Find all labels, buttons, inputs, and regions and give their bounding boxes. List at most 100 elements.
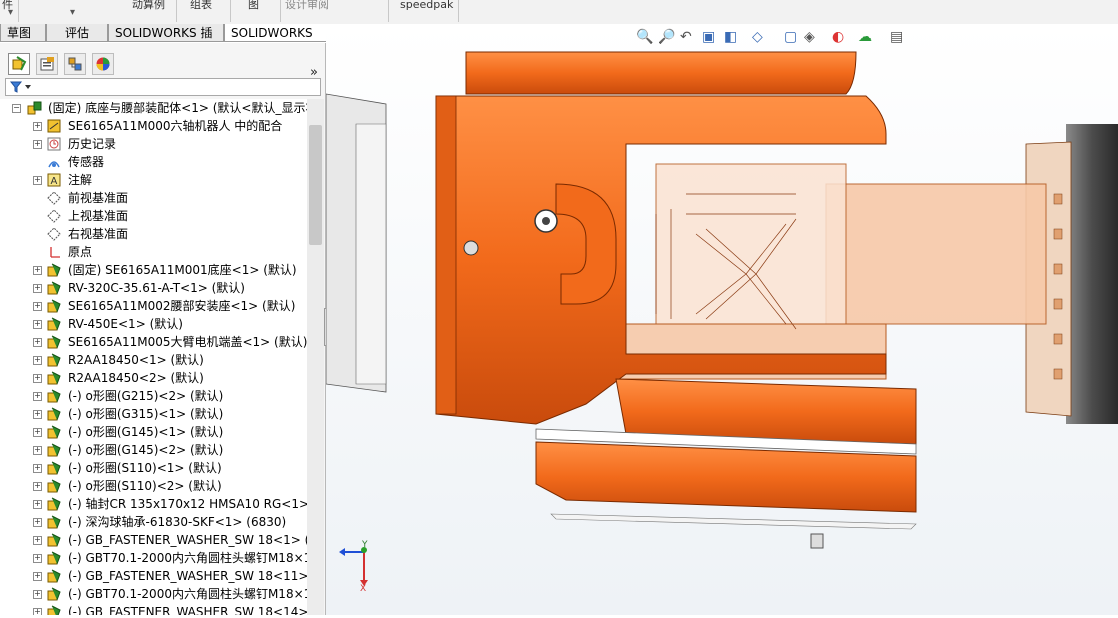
- tree-item[interactable]: 传感器: [0, 153, 307, 171]
- ribbon-item[interactable]: 动算例: [132, 0, 165, 22]
- tree-item[interactable]: + (-) o形圈(G145)<2> (默认): [0, 441, 307, 459]
- expand-toggle-icon[interactable]: +: [33, 446, 42, 455]
- part-icon: [47, 443, 61, 457]
- ribbon-item[interactable]: 图: [248, 0, 259, 22]
- tree-item[interactable]: + (固定) SE6165A11M001底座<1> (默认): [0, 261, 307, 279]
- section-view-icon[interactable]: ▣: [702, 29, 718, 45]
- tree-item[interactable]: + A 注解: [0, 171, 307, 189]
- display-style-icon[interactable]: ▢: [784, 29, 800, 45]
- tab-solidworks-mbd[interactable]: SOLIDWORKS MBD: [224, 24, 340, 58]
- tree-item[interactable]: + RV-320C-35.61-A-T<1> (默认): [0, 279, 307, 297]
- tree-item[interactable]: + (-) 深沟球轴承-61830-SKF<1> (6830): [0, 513, 307, 531]
- tree-item[interactable]: 右视基准面: [0, 225, 307, 243]
- tree-item-label: (-) 深沟球轴承-61830-SKF<1> (6830): [68, 515, 287, 529]
- expand-toggle-icon[interactable]: +: [33, 410, 42, 419]
- expand-toggle-icon[interactable]: +: [33, 392, 42, 401]
- expand-toggle-icon[interactable]: +: [33, 302, 42, 311]
- zoom-to-area-icon[interactable]: 🔎: [658, 29, 675, 45]
- expand-toggle-icon[interactable]: +: [33, 356, 42, 365]
- expand-toggle-icon[interactable]: +: [33, 590, 42, 599]
- graphics-area[interactable]: [325, 24, 1118, 615]
- zoom-to-fit-icon[interactable]: 🔍: [636, 29, 653, 45]
- tree-item[interactable]: + (-) GBT70.1-2000内六角圆柱头螺钉M18×14: [0, 549, 307, 567]
- tab-evaluate[interactable]: 评估: [46, 24, 108, 42]
- triad-x-label: X: [360, 584, 367, 594]
- tree-item[interactable]: 原点: [0, 243, 307, 261]
- expand-toggle-icon[interactable]: +: [33, 122, 42, 131]
- command-ribbon: 件 ▾ ▾ 动算例 组表 图 设计审阅 speedpak: [0, 0, 1118, 25]
- expand-toggle-icon[interactable]: +: [33, 572, 42, 581]
- expand-toggle-icon[interactable]: +: [33, 518, 42, 527]
- ribbon-item[interactable]: 设计审阅: [285, 0, 329, 22]
- dynamic-annotation-icon[interactable]: ◧: [724, 29, 740, 45]
- part-icon: [47, 479, 61, 493]
- feature-manager-icon[interactable]: [8, 53, 30, 75]
- edit-appearance-icon[interactable]: ◐: [832, 29, 848, 45]
- expand-toggle-icon[interactable]: +: [33, 140, 42, 149]
- collapse-toggle-icon[interactable]: −: [12, 104, 21, 113]
- tree-item-label: 右视基准面: [68, 227, 129, 241]
- expand-toggle-icon[interactable]: +: [33, 500, 42, 509]
- part-icon: [47, 263, 61, 277]
- filter-icon[interactable]: [9, 80, 34, 97]
- tab-sketch[interactable]: 草图: [0, 24, 46, 42]
- expand-toggle-icon[interactable]: +: [33, 554, 42, 563]
- scrollbar-thumb[interactable]: [309, 125, 322, 245]
- expand-toggle-icon[interactable]: +: [33, 608, 42, 615]
- tree-item-label: 原点: [68, 245, 93, 259]
- sensor-icon: [47, 155, 61, 169]
- tab-solidworks-addins[interactable]: SOLIDWORKS 插件: [108, 24, 224, 58]
- expand-toggle-icon[interactable]: +: [33, 284, 42, 293]
- tree-item[interactable]: + (-) o形圈(G145)<1> (默认): [0, 423, 307, 441]
- plane-icon: [47, 209, 61, 223]
- expand-toggle-icon[interactable]: +: [33, 320, 42, 329]
- tree-item-label: 历史记录: [68, 137, 117, 151]
- tree-item[interactable]: + R2AA18450<1> (默认): [0, 351, 307, 369]
- tree-item-label: R2AA18450<2> (默认): [68, 371, 204, 385]
- tree-item[interactable]: + (-) o形圈(S110)<1> (默认): [0, 459, 307, 477]
- tree-scrollbar[interactable]: [307, 99, 324, 615]
- expand-toggle-icon[interactable]: +: [33, 374, 42, 383]
- property-manager-icon[interactable]: [36, 53, 58, 75]
- expand-toggle-icon[interactable]: +: [33, 266, 42, 275]
- expand-toggle-icon[interactable]: +: [33, 176, 42, 185]
- configuration-manager-icon[interactable]: [64, 53, 86, 75]
- tree-item[interactable]: + (-) o形圈(G315)<1> (默认): [0, 405, 307, 423]
- tree-item[interactable]: + SE6165A11M005大臂电机端盖<1> (默认): [0, 333, 307, 351]
- tree-item[interactable]: + SE6165A11M000六轴机器人 中的配合: [0, 117, 307, 135]
- expand-toggle-icon[interactable]: +: [33, 338, 42, 347]
- previous-view-icon[interactable]: ↶: [680, 29, 696, 45]
- part-icon: [47, 317, 61, 331]
- apply-scene-icon[interactable]: ☁: [858, 29, 874, 45]
- view-orientation-icon[interactable]: ◇: [752, 29, 768, 45]
- tree-item[interactable]: 上视基准面: [0, 207, 307, 225]
- tree-item[interactable]: + (-) o形圈(G215)<2> (默认): [0, 387, 307, 405]
- ribbon-item[interactable]: speedpak: [400, 0, 453, 22]
- tree-filter[interactable]: [5, 78, 321, 96]
- tree-item[interactable]: + RV-450E<1> (默认): [0, 315, 307, 333]
- tree-item-label: (-) o形圈(G145)<1> (默认): [68, 425, 224, 439]
- view-settings-icon[interactable]: ▤: [890, 29, 906, 45]
- part-icon: [47, 551, 61, 565]
- command-manager-tabs: 草图 评估 SOLIDWORKS 插件 SOLIDWORKS MBD: [0, 24, 340, 58]
- tree-item-label: SE6165A11M000六轴机器人 中的配合: [68, 119, 283, 133]
- expand-toggle-icon[interactable]: +: [33, 464, 42, 473]
- display-manager-icon[interactable]: [92, 53, 114, 75]
- tree-item[interactable]: + (-) 轴封CR 135x170x12 HMSA10 RG<1> (I: [0, 495, 307, 513]
- expand-toggle-icon[interactable]: +: [33, 428, 42, 437]
- tree-item[interactable]: + (-) GB_FASTENER_WASHER_SW 18<1> (G: [0, 531, 307, 549]
- expand-toggle-icon[interactable]: +: [33, 482, 42, 491]
- ribbon-item[interactable]: 组表: [190, 0, 212, 22]
- tree-item[interactable]: + 历史记录: [0, 135, 307, 153]
- tree-item[interactable]: + SE6165A11M002腰部安装座<1> (默认): [0, 297, 307, 315]
- expand-toggle-icon[interactable]: +: [33, 536, 42, 545]
- part-icon: [47, 299, 61, 313]
- tree-item[interactable]: + (-) GB_FASTENER_WASHER_SW 18<11> (: [0, 567, 307, 585]
- tree-item[interactable]: + (-) GBT70.1-2000内六角圆柱头螺钉M18×14: [0, 585, 307, 603]
- tree-item[interactable]: 前视基准面: [0, 189, 307, 207]
- tree-root[interactable]: − (固定) 底座与腰部装配体<1> (默认<默认_显示状 ^: [0, 99, 307, 117]
- tree-item[interactable]: + R2AA18450<2> (默认): [0, 369, 307, 387]
- hide-show-items-icon[interactable]: ◈: [804, 29, 820, 45]
- tree-item[interactable]: + (-) GB_FASTENER_WASHER_SW 18<14> (: [0, 603, 307, 615]
- tree-item[interactable]: + (-) o形圈(S110)<2> (默认): [0, 477, 307, 495]
